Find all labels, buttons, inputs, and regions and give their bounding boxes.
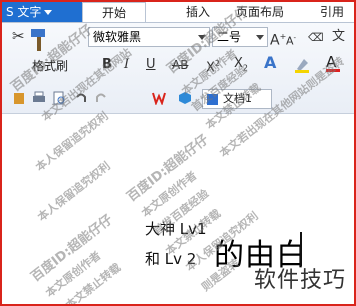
text-effect-icon[interactable]: A	[264, 55, 276, 71]
cube-icon[interactable]	[178, 91, 192, 105]
brand-watermark: 软件技巧	[254, 268, 347, 293]
subscript-icon[interactable]: X2	[234, 56, 248, 77]
paste-icon[interactable]	[12, 91, 26, 105]
screenshot-frame: S 文字 开始 插入 页面布局 引用 ✂ 格式刷 微软雅黑 二号 A+ A- ⌫…	[0, 0, 356, 306]
grow-font-icon[interactable]: A+	[270, 29, 286, 49]
quick-access-toolbar: 文档1	[2, 89, 354, 109]
tab-references[interactable]: 引用	[320, 2, 344, 22]
bold-icon[interactable]: B	[102, 57, 112, 73]
font-size-combo[interactable]: 二号	[212, 27, 268, 47]
app-menu-label: S 文字	[6, 5, 42, 19]
print-preview-icon[interactable]	[52, 91, 66, 105]
tab-insert-label: 插入	[186, 5, 211, 19]
tab-page-layout-label: 页面布局	[236, 5, 285, 19]
document-tab-label: 文档1	[223, 92, 252, 105]
chevron-down-icon[interactable]	[256, 35, 264, 40]
font-size-value: 二号	[217, 30, 242, 44]
document-icon	[207, 94, 218, 105]
document-canvas[interactable]: 大神 Lv1 和 Lv 2 的由白 软件技巧	[2, 114, 354, 304]
chevron-down-icon[interactable]	[198, 35, 206, 40]
tab-start[interactable]: 开始	[82, 2, 146, 22]
italic-icon[interactable]: I	[124, 57, 129, 73]
underline-icon[interactable]: U	[146, 57, 156, 73]
app-menu-button[interactable]: S 文字	[2, 2, 82, 22]
wps-logo-icon[interactable]	[152, 91, 166, 105]
tab-start-label: 开始	[101, 6, 126, 20]
font-name-combo[interactable]: 微软雅黑	[88, 27, 210, 47]
clear-format-icon[interactable]: ⌫	[308, 30, 324, 46]
chevron-down-icon	[44, 10, 53, 15]
ribbon-tab-bar: S 文字 开始 插入 页面布局 引用	[2, 2, 354, 23]
font-color-icon[interactable]: A	[326, 53, 340, 72]
tab-page-layout[interactable]: 页面布局	[236, 2, 284, 22]
strikethrough-icon[interactable]: AB	[172, 57, 188, 73]
font-name-value: 微软雅黑	[93, 30, 142, 44]
highlight-icon[interactable]	[294, 57, 310, 73]
phonetic-guide-button[interactable]: 文	[332, 29, 345, 45]
format-painter-label[interactable]: 格式刷	[32, 57, 68, 74]
superscript-icon[interactable]: X2	[206, 56, 220, 76]
tab-insert[interactable]: 插入	[186, 2, 210, 22]
cut-icon[interactable]: ✂	[12, 27, 25, 45]
shrink-font-icon[interactable]: A-	[286, 30, 296, 50]
document-tab[interactable]: 文档1	[202, 89, 272, 109]
tab-references-label: 引用	[320, 5, 345, 19]
text-cursor	[300, 232, 302, 266]
ribbon-panel: ✂ 格式刷 微软雅黑 二号 A+ A- ⌫ 文 B I U AB X2 X2 A…	[2, 23, 354, 114]
print-icon[interactable]	[32, 91, 46, 105]
redo-icon[interactable]	[94, 91, 108, 105]
doc-line-2: 和 Lv 2	[145, 250, 197, 268]
format-painter-icon[interactable]	[28, 27, 50, 53]
font-color-bar	[326, 69, 340, 72]
undo-icon[interactable]	[74, 91, 88, 105]
doc-line-1: 大神 Lv1	[145, 220, 207, 238]
